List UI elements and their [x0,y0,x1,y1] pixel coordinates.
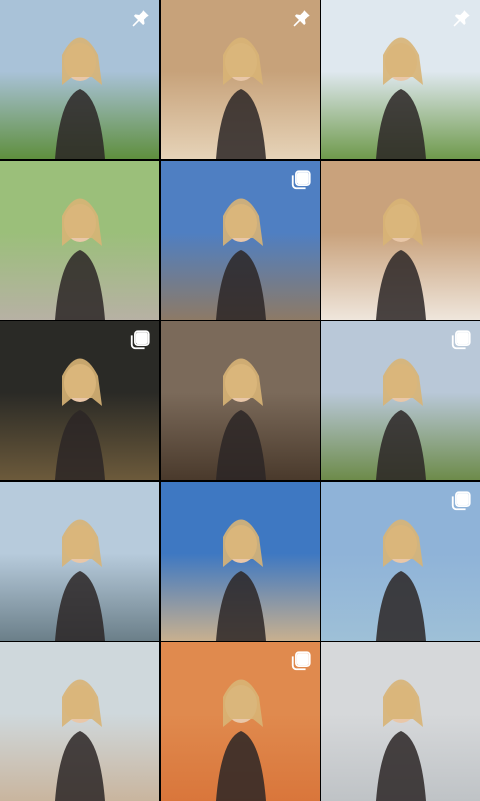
person-figure [161,321,320,480]
carousel-icon [450,329,472,351]
post-thumbnail[interactable] [321,642,480,801]
post-thumbnail[interactable] [0,642,159,801]
post-thumbnail[interactable] [0,481,159,641]
carousel-icon [290,650,312,672]
person-figure [0,161,159,320]
carousel-icon [290,169,312,191]
carousel-icon [129,329,151,351]
post-thumbnail[interactable] [160,0,320,159]
pin-icon [129,8,151,30]
post-thumbnail[interactable] [160,160,320,320]
post-thumbnail[interactable] [0,0,159,159]
person-figure [0,642,159,801]
post-thumbnail[interactable] [0,321,159,480]
person-figure [321,161,480,320]
post-thumbnail[interactable] [0,160,159,320]
person-figure [0,482,159,641]
post-thumbnail[interactable] [160,642,320,801]
post-thumbnail[interactable] [160,321,320,480]
person-figure [321,642,480,801]
person-figure [161,482,320,641]
pin-icon [450,8,472,30]
profile-post-grid [0,0,480,801]
post-thumbnail[interactable] [321,321,480,480]
post-thumbnail[interactable] [321,481,480,641]
post-thumbnail[interactable] [321,160,480,320]
post-thumbnail[interactable] [160,481,320,641]
pin-icon [290,8,312,30]
carousel-icon [450,490,472,512]
post-thumbnail[interactable] [321,0,480,159]
